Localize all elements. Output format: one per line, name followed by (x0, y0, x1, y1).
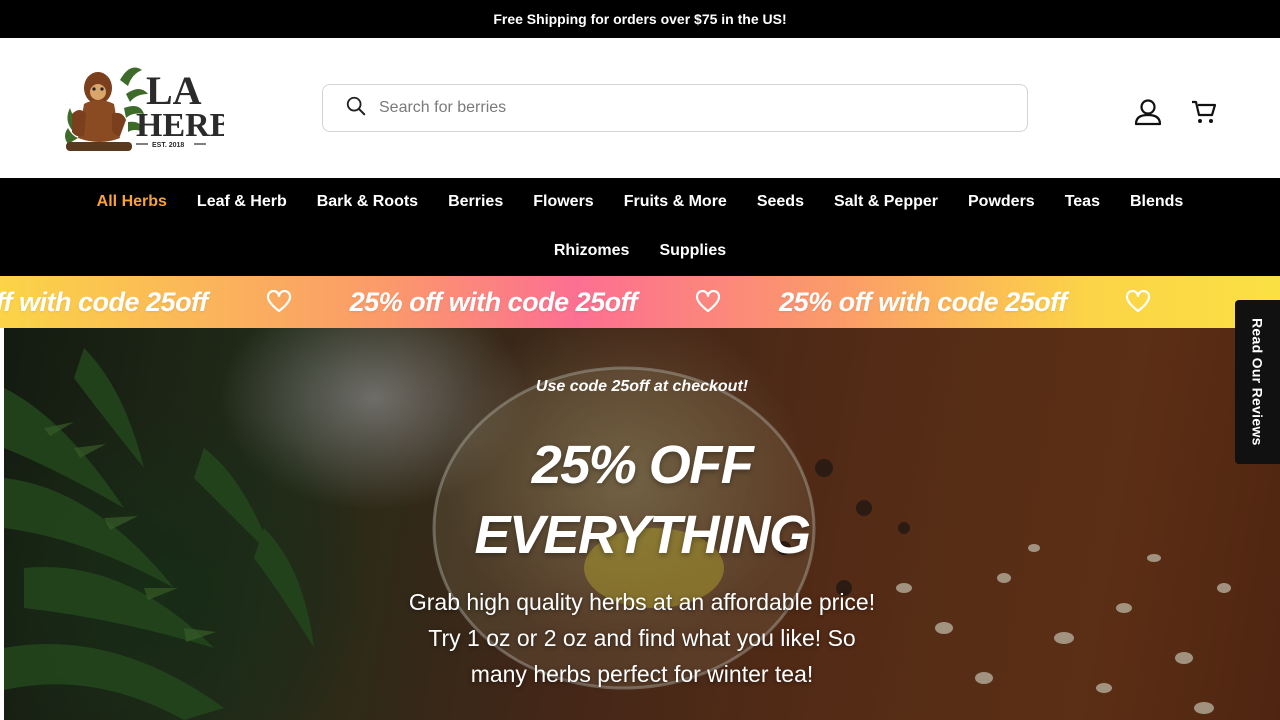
nav-item-all-herbs[interactable]: All Herbs (82, 192, 182, 212)
nav-item-powders[interactable]: Powders (953, 192, 1050, 212)
nav-row-secondary: Rhizomes Supplies (0, 241, 1280, 261)
search-icon[interactable] (345, 95, 367, 122)
svg-text:HERB: HERB (136, 107, 224, 144)
nav-item-seeds[interactable]: Seeds (742, 192, 819, 212)
account-icon[interactable] (1132, 96, 1164, 128)
hero-title-line-1: 25% OFF (531, 435, 754, 495)
heart-icon (1125, 290, 1151, 314)
heart-icon (695, 290, 721, 314)
nav-row-primary: All Herbs Leaf & Herb Bark & Roots Berri… (0, 192, 1280, 212)
hero-title: 25% OFF EVERYTHING (4, 430, 1280, 570)
svg-text:EST. 2018: EST. 2018 (152, 142, 184, 149)
nav-item-blends[interactable]: Blends (1115, 192, 1198, 212)
nav-item-flowers[interactable]: Flowers (518, 192, 608, 212)
logo-icon: LA HERB EST. 2018 (65, 67, 232, 151)
hero-description: Grab high quality herbs at an affordable… (408, 589, 876, 687)
nav-item-supplies[interactable]: Supplies (644, 241, 741, 261)
hero-title-line-2: EVERYTHING (474, 505, 811, 565)
logo[interactable]: LA HERB EST. 2018 (62, 60, 232, 162)
read-reviews-tab[interactable]: Read Our Reviews (1235, 300, 1280, 464)
announcement-text: Free Shipping for orders over $75 in the… (493, 11, 787, 27)
nav-item-salt-pepper[interactable]: Salt & Pepper (819, 192, 953, 212)
main-navigation: All Herbs Leaf & Herb Bark & Roots Berri… (0, 178, 1280, 276)
nav-item-berries[interactable]: Berries (433, 192, 518, 212)
hero-banner: Use code 25off at checkout! 25% OFF EVER… (4, 328, 1280, 720)
nav-item-teas[interactable]: Teas (1050, 192, 1115, 212)
search-input[interactable] (379, 99, 979, 117)
search-bar[interactable] (322, 84, 1028, 132)
heart-icon (266, 290, 292, 314)
cart-icon[interactable] (1188, 96, 1220, 128)
promo-marquee: 25% off with code 25off 25% off with cod… (0, 276, 1280, 328)
hero-kicker: Use code 25off at checkout! (535, 378, 749, 395)
nav-item-rhizomes[interactable]: Rhizomes (539, 241, 645, 261)
nav-item-leaf-herb[interactable]: Leaf & Herb (182, 192, 302, 212)
nav-item-bark-roots[interactable]: Bark & Roots (302, 192, 433, 212)
read-reviews-label: Read Our Reviews (1249, 318, 1266, 446)
nav-item-fruits-more[interactable]: Fruits & More (609, 192, 742, 212)
site-header: LA HERB EST. 2018 (0, 38, 1280, 178)
marquee-text: 25% off with code 25off (349, 286, 638, 317)
marquee-text: 25% off with code 25off (779, 286, 1067, 317)
marquee-text: 25% off with code 25off (0, 286, 208, 317)
announcement-bar: Free Shipping for orders over $75 in the… (0, 0, 1280, 38)
